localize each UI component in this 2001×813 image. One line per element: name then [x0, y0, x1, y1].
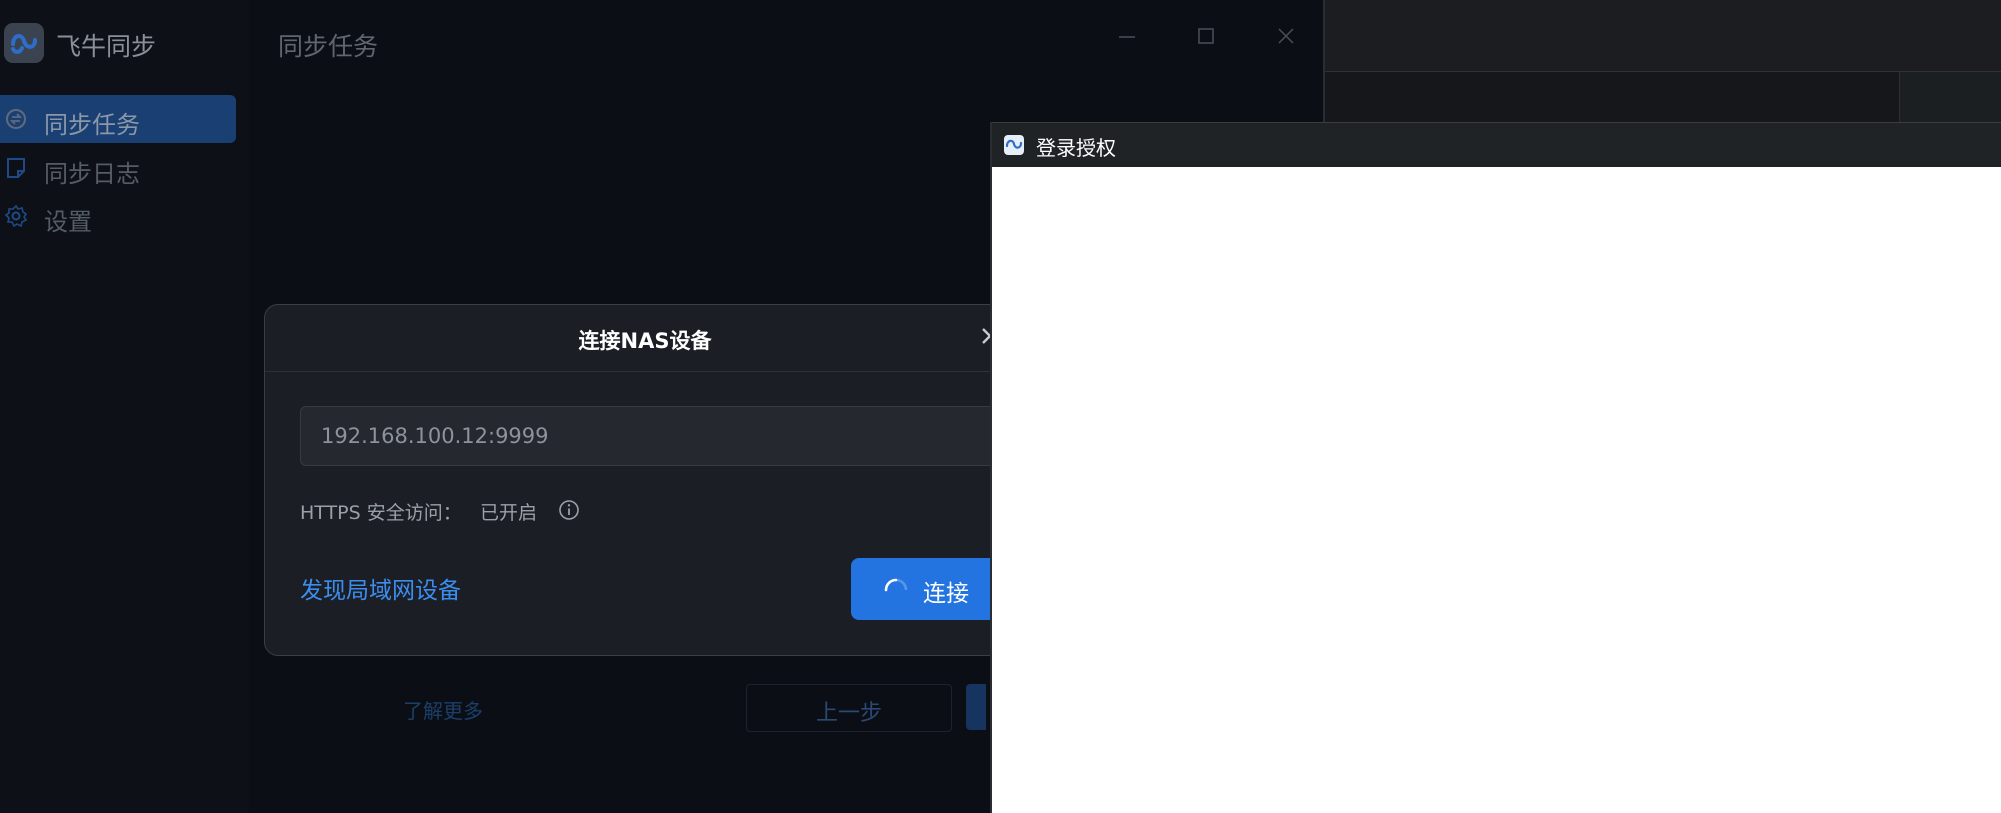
previous-step-button[interactable]: 上一步 — [746, 684, 952, 732]
https-label: HTTPS 安全访问： — [300, 502, 462, 524]
sidebar-item-label: 设置 — [44, 208, 92, 236]
connect-label: 连接 — [923, 581, 969, 607]
learn-more-link[interactable]: 了解更多 — [403, 695, 483, 724]
login-window-title: 登录授权 — [1036, 136, 1116, 160]
log-icon — [7, 158, 25, 178]
https-status: 已开启 — [480, 502, 538, 524]
loading-spinner-icon — [884, 578, 908, 592]
nas-address-input[interactable] — [300, 406, 1000, 466]
dialog-divider — [265, 371, 1025, 372]
minimize-icon[interactable] — [1109, 20, 1145, 52]
previous-step-label: 上一步 — [815, 701, 882, 726]
discover-lan-devices-link[interactable]: 发现局域网设备 — [300, 571, 461, 605]
info-icon[interactable] — [557, 498, 581, 522]
sidebar-item-sync-tasks[interactable]: 同步任务 — [0, 95, 236, 143]
page-title: 同步任务 — [278, 32, 379, 61]
sidebar-item-sync-log[interactable]: 同步日志 — [0, 144, 236, 192]
dialog-title: 连接NAS设备 — [578, 329, 712, 353]
login-authorization-window: 登录授权 — [990, 122, 2001, 813]
next-step-button[interactable] — [966, 684, 986, 730]
sidebar-item-settings[interactable]: 设置 — [0, 192, 236, 240]
background-window-header — [1325, 0, 2001, 72]
window-border — [990, 122, 992, 813]
sidebar-item-label: 同步任务 — [44, 111, 140, 139]
sidebar: 飞牛同步 同步任务 同步日志 设置 — [0, 0, 249, 813]
app-title: 飞牛同步 — [56, 32, 157, 61]
login-window-titlebar: 登录授权 — [990, 122, 2001, 167]
sidebar-item-label: 同步日志 — [44, 160, 140, 188]
close-icon[interactable] — [1268, 20, 1304, 52]
background-window-panel — [1899, 72, 2001, 122]
gear-icon — [4, 204, 28, 228]
connect-button[interactable]: 连接 — [851, 558, 1011, 620]
connect-nas-dialog: 连接NAS设备 HTTPS 安全访问： 已开启 发现局域网设备 连接 — [264, 304, 1026, 656]
login-webview[interactable] — [990, 167, 2001, 813]
maximize-icon[interactable] — [1188, 20, 1224, 52]
sync-icon — [6, 109, 26, 129]
app-logo-icon — [1004, 135, 1024, 155]
app-logo-icon — [4, 23, 44, 63]
